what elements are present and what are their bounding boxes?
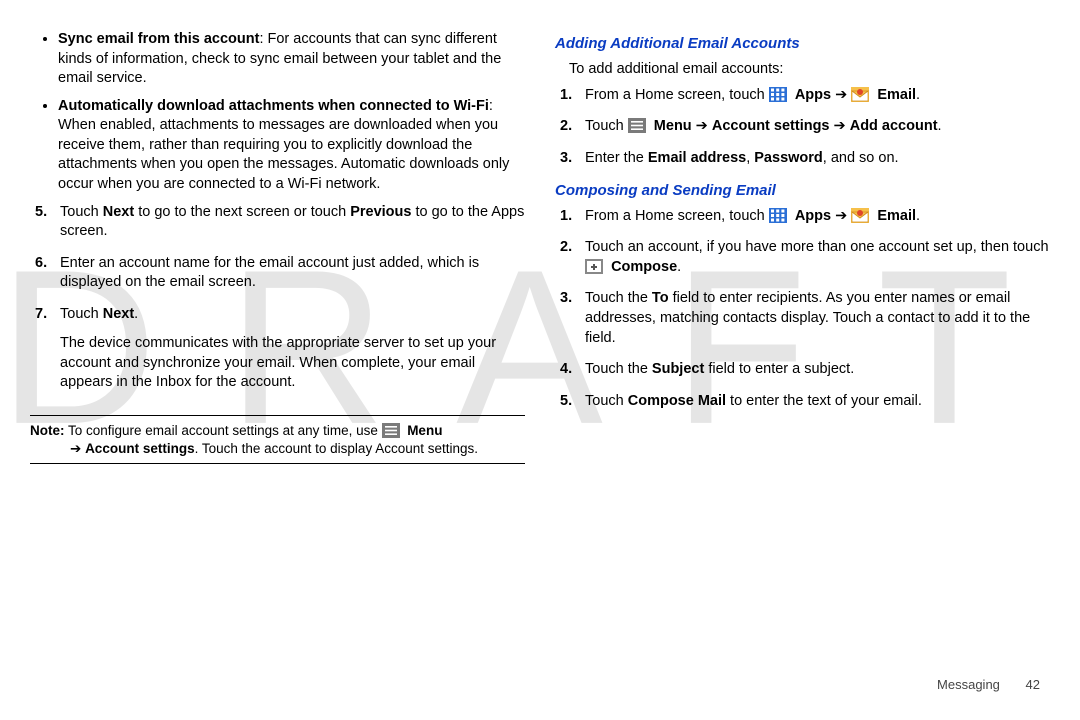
page-footer: Messaging 42	[937, 677, 1040, 692]
sec2-steps: 1. From a Home screen, touch Apps ➔ Emai…	[555, 207, 1050, 412]
intro-text: To add additional email accounts:	[569, 60, 1050, 80]
menu-icon	[382, 423, 400, 438]
note-block: Note: To configure email account setting…	[30, 415, 525, 464]
email-icon	[851, 208, 869, 223]
sec1-steps: 1. From a Home screen, touch Apps ➔ Emai…	[555, 86, 1050, 169]
footer-section: Messaging	[937, 677, 1000, 692]
email-icon	[851, 87, 869, 102]
left-column: Sync email from this account: For accoun…	[30, 30, 525, 640]
step-5: 5. Touch Next to go to the next screen o…	[60, 203, 525, 242]
sec1-step-2: 2. Touch Menu ➔ Account settings ➔ Add a…	[585, 117, 1050, 137]
heading-adding-accounts: Adding Additional Email Accounts	[555, 34, 1050, 54]
step-7: 7. Touch Next. The device communicates w…	[60, 305, 525, 393]
bullet-lead: Sync email from this account	[58, 31, 259, 47]
bullet-lead: Automatically download attachments when …	[58, 98, 489, 114]
sec2-step-1: 1. From a Home screen, touch Apps ➔ Emai…	[585, 207, 1050, 227]
page-body: Sync email from this account: For accoun…	[0, 0, 1080, 640]
step-6: 6. Enter an account name for the email a…	[60, 254, 525, 293]
step-7-paragraph: The device communicates with the appropr…	[60, 335, 496, 390]
menu-icon	[628, 118, 646, 133]
bullet-list: Sync email from this account: For accoun…	[30, 30, 525, 195]
footer-page-number: 42	[1026, 677, 1040, 692]
sec2-step-4: 4. Touch the Subject field to enter a su…	[585, 360, 1050, 380]
sec1-step-3: 3. Enter the Email address, Password, an…	[585, 149, 1050, 169]
sec2-step-5: 5. Touch Compose Mail to enter the text …	[585, 392, 1050, 412]
heading-composing: Composing and Sending Email	[555, 181, 1050, 201]
bullet-auto-download: Automatically download attachments when …	[58, 97, 525, 195]
sec2-step-2: 2. Touch an account, if you have more th…	[585, 238, 1050, 277]
numbered-steps-left: 5. Touch Next to go to the next screen o…	[30, 203, 525, 394]
sec1-step-1: 1. From a Home screen, touch Apps ➔ Emai…	[585, 86, 1050, 106]
compose-icon	[585, 259, 603, 274]
right-column: Adding Additional Email Accounts To add …	[555, 30, 1050, 640]
bullet-sync-email: Sync email from this account: For accoun…	[58, 30, 525, 89]
apps-icon	[769, 87, 787, 102]
sec2-step-3: 3. Touch the To field to enter recipient…	[585, 289, 1050, 348]
apps-icon	[769, 208, 787, 223]
